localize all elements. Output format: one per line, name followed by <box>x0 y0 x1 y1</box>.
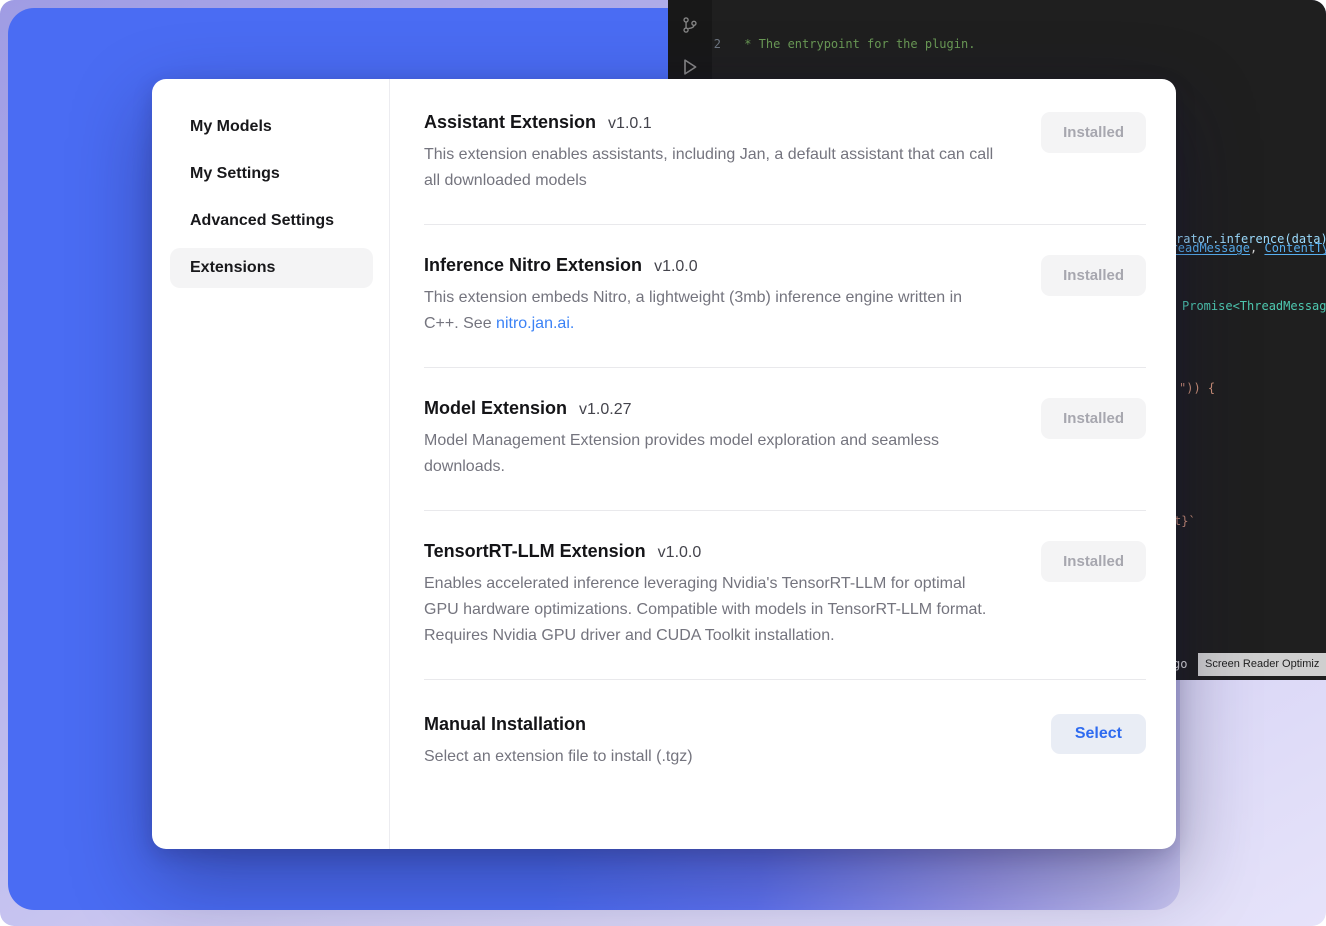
extension-version: v1.0.0 <box>654 258 698 276</box>
extension-row-tensorrt: TensortRT-LLM Extension v1.0.0 Enables a… <box>424 511 1146 680</box>
code-fragment: rator.inference(data)); <box>1176 231 1326 248</box>
extension-description: Model Management Extension provides mode… <box>424 428 999 480</box>
extension-title-line: Model Extension v1.0.27 <box>424 398 999 419</box>
extension-info: TensortRT-LLM Extension v1.0.0 Enables a… <box>424 541 999 649</box>
extension-info: Model Extension v1.0.27 Model Management… <box>424 398 999 480</box>
extension-row-nitro: Inference Nitro Extension v1.0.0 This ex… <box>424 225 1146 368</box>
extension-name: Assistant Extension <box>424 112 596 133</box>
extension-row-model: Model Extension v1.0.27 Model Management… <box>424 368 1146 511</box>
settings-modal: My Models My Settings Advanced Settings … <box>152 79 1176 849</box>
settings-sidebar: My Models My Settings Advanced Settings … <box>152 79 390 849</box>
extension-version: v1.0.1 <box>608 115 652 133</box>
extension-info: Inference Nitro Extension v1.0.0 This ex… <box>424 255 999 337</box>
code-comment: * The entrypoint for the plugin. <box>737 37 975 51</box>
extension-info: Manual Installation Select an extension … <box>424 714 693 770</box>
extension-name: Model Extension <box>424 398 567 419</box>
source-control-icon[interactable] <box>681 16 699 39</box>
sidebar-item-advanced-settings[interactable]: Advanced Settings <box>170 201 373 241</box>
installed-button[interactable]: Installed <box>1041 541 1146 582</box>
line-number: 2 <box>712 36 737 53</box>
manual-installation-row: Manual Installation Select an extension … <box>424 680 1146 790</box>
screen-reader-optimized-badge[interactable]: Screen Reader Optimiz <box>1198 653 1326 676</box>
sidebar-item-my-settings[interactable]: My Settings <box>170 154 373 194</box>
code-line: 2 * The entrypoint for the plugin. <box>712 36 1326 53</box>
select-file-button[interactable]: Select <box>1051 714 1146 754</box>
extension-row-assistant: Assistant Extension v1.0.1 This extensio… <box>424 112 1146 225</box>
extensions-panel: Assistant Extension v1.0.1 This extensio… <box>390 79 1176 849</box>
extension-name: TensortRT-LLM Extension <box>424 541 646 562</box>
manual-installation-title: Manual Installation <box>424 714 586 735</box>
extension-description: This extension enables assistants, inclu… <box>424 142 999 194</box>
extension-info: Assistant Extension v1.0.1 This extensio… <box>424 112 999 194</box>
code-fragment: t}` <box>1174 513 1196 530</box>
extension-version: v1.0.27 <box>579 401 631 419</box>
sidebar-item-extensions[interactable]: Extensions <box>170 248 373 288</box>
extension-title-line: Manual Installation <box>424 714 693 735</box>
installed-button[interactable]: Installed <box>1041 398 1146 439</box>
code-fragment: Promise<ThreadMessage> <box>1182 298 1326 315</box>
code-fragment: ")) { <box>1179 380 1215 397</box>
sidebar-item-my-models[interactable]: My Models <box>170 107 373 147</box>
nitro-jan-ai-link[interactable]: nitro.jan.ai. <box>496 315 574 332</box>
installed-button[interactable]: Installed <box>1041 255 1146 296</box>
extension-version: v1.0.0 <box>658 544 702 562</box>
extension-name: Inference Nitro Extension <box>424 255 642 276</box>
extension-title-line: TensortRT-LLM Extension v1.0.0 <box>424 541 999 562</box>
installed-button[interactable]: Installed <box>1041 112 1146 153</box>
extension-title-line: Inference Nitro Extension v1.0.0 <box>424 255 999 276</box>
manual-installation-description: Select an extension file to install (.tg… <box>424 744 693 770</box>
screen: 2 * The entrypoint for the plugin. 3 */ … <box>0 0 1326 926</box>
extension-description: This extension embeds Nitro, a lightweig… <box>424 285 999 337</box>
extension-title-line: Assistant Extension v1.0.1 <box>424 112 999 133</box>
extension-description: Enables accelerated inference leveraging… <box>424 571 999 649</box>
